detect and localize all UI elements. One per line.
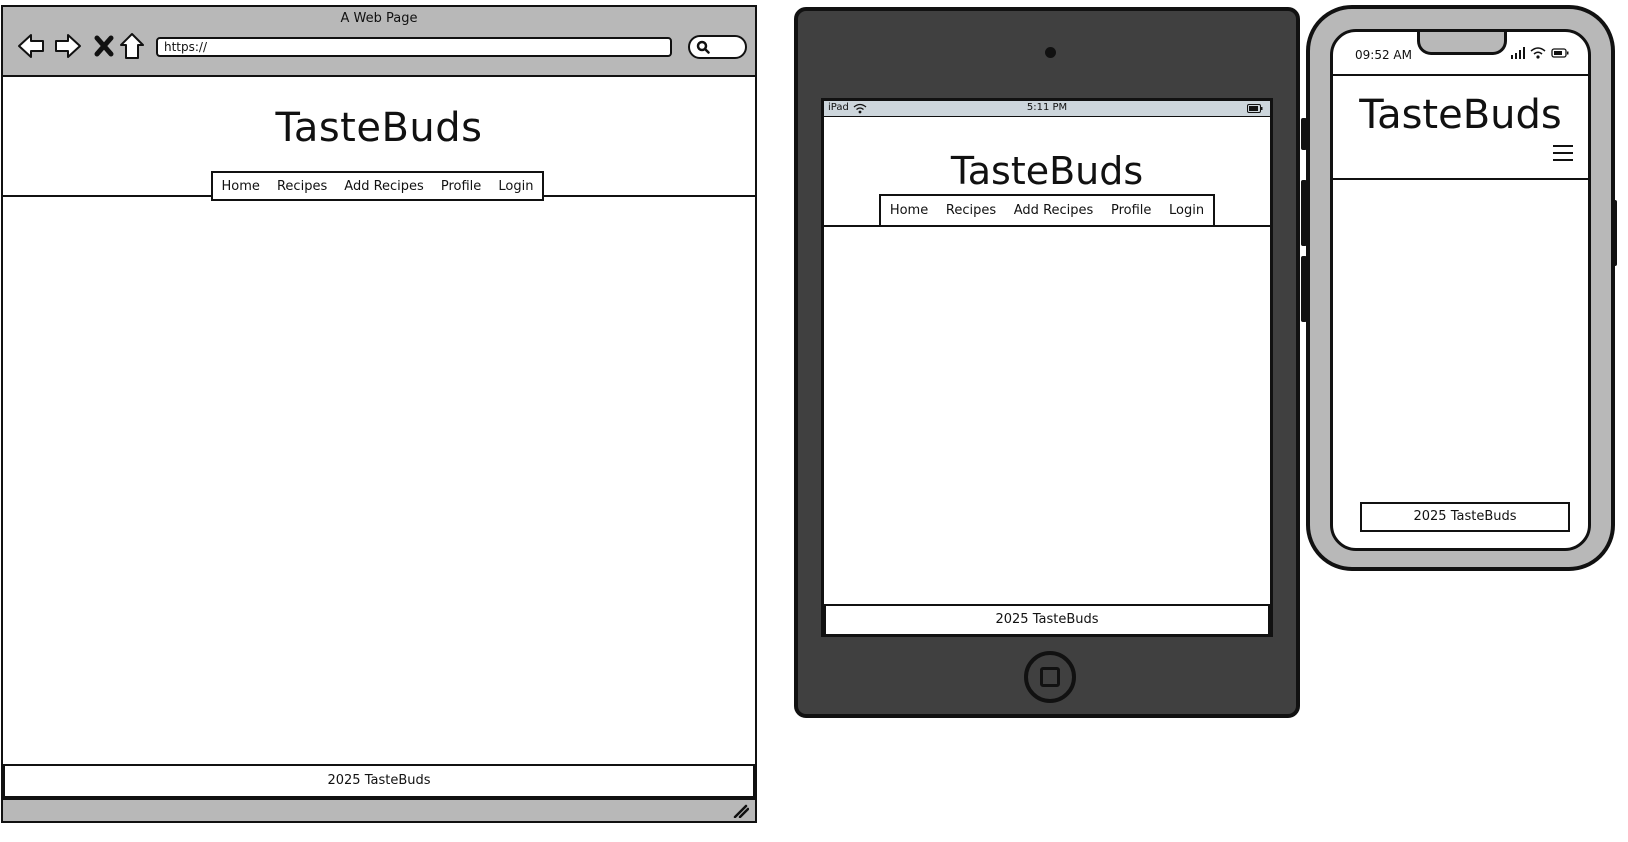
home-button[interactable] <box>1024 651 1076 703</box>
stop-icon[interactable] <box>89 31 119 61</box>
status-time: 5:11 PM <box>1026 102 1068 113</box>
nav-login[interactable]: Login <box>498 179 533 194</box>
site-header: TasteBuds Home Recipes Add Recipes Profi… <box>3 77 755 201</box>
hamburger-menu-icon[interactable] <box>1552 144 1574 162</box>
nav-profile[interactable]: Profile <box>441 179 481 194</box>
nav-home[interactable]: Home <box>890 203 928 218</box>
site-logo-text[interactable]: TasteBuds <box>1333 92 1588 138</box>
home-icon[interactable] <box>117 31 147 61</box>
nav-recipes[interactable]: Recipes <box>277 179 327 194</box>
nav-profile[interactable]: Profile <box>1111 203 1151 218</box>
site-header: TasteBuds Home Recipes Add Recipes Profi… <box>824 117 1270 227</box>
search-field[interactable] <box>688 35 747 59</box>
battery-icon <box>1247 104 1263 113</box>
phone-status-icons <box>1511 47 1569 59</box>
site-footer: 2025 TasteBuds <box>1360 502 1570 532</box>
phone-notch <box>1417 32 1507 55</box>
forward-arrow-icon[interactable] <box>53 31 83 61</box>
nav-add-recipes[interactable]: Add Recipes <box>344 179 424 194</box>
main-nav: Home Recipes Add Recipes Profile Login <box>879 194 1215 227</box>
battery-icon <box>1551 48 1569 58</box>
signal-icon <box>1511 47 1525 59</box>
window-title: A Web Page <box>340 11 418 26</box>
nav-home[interactable]: Home <box>222 179 260 194</box>
phone-screen: 09:52 AM TasteBuds 2025 TasteBuds <box>1330 29 1591 551</box>
main-nav: Home Recipes Add Recipes Profile Login <box>211 171 544 201</box>
url-input[interactable]: https:// <box>156 37 672 57</box>
browser-toolbar: A Web Page https:// <box>3 7 755 77</box>
tablet-screen: iPad 5:11 PM TasteBuds Home Recipes Add … <box>821 98 1273 637</box>
site-header: TasteBuds <box>1333 74 1588 180</box>
site-logo-text[interactable]: TasteBuds <box>3 105 755 151</box>
wifi-icon <box>1530 47 1546 59</box>
tablet-device: iPad 5:11 PM TasteBuds Home Recipes Add … <box>794 7 1300 718</box>
back-arrow-icon[interactable] <box>16 31 46 61</box>
nav-add-recipes[interactable]: Add Recipes <box>1014 203 1094 218</box>
desktop-browser-window: A Web Page https:// TasteBuds Home Recip… <box>1 5 757 823</box>
camera-dot <box>1045 47 1056 58</box>
site-footer: 2025 TasteBuds <box>3 764 755 798</box>
nav-login[interactable]: Login <box>1169 203 1204 218</box>
browser-status-bar <box>3 798 755 821</box>
site-logo-text[interactable]: TasteBuds <box>824 149 1270 193</box>
resize-grip-icon[interactable] <box>733 804 749 818</box>
phone-device: 09:52 AM TasteBuds 2025 TasteBuds <box>1306 5 1615 571</box>
site-footer: 2025 TasteBuds <box>824 604 1270 636</box>
nav-recipes[interactable]: Recipes <box>946 203 996 218</box>
tablet-status-bar: iPad 5:11 PM <box>824 101 1270 117</box>
search-icon <box>696 40 710 54</box>
status-time: 09:52 AM <box>1355 48 1412 62</box>
